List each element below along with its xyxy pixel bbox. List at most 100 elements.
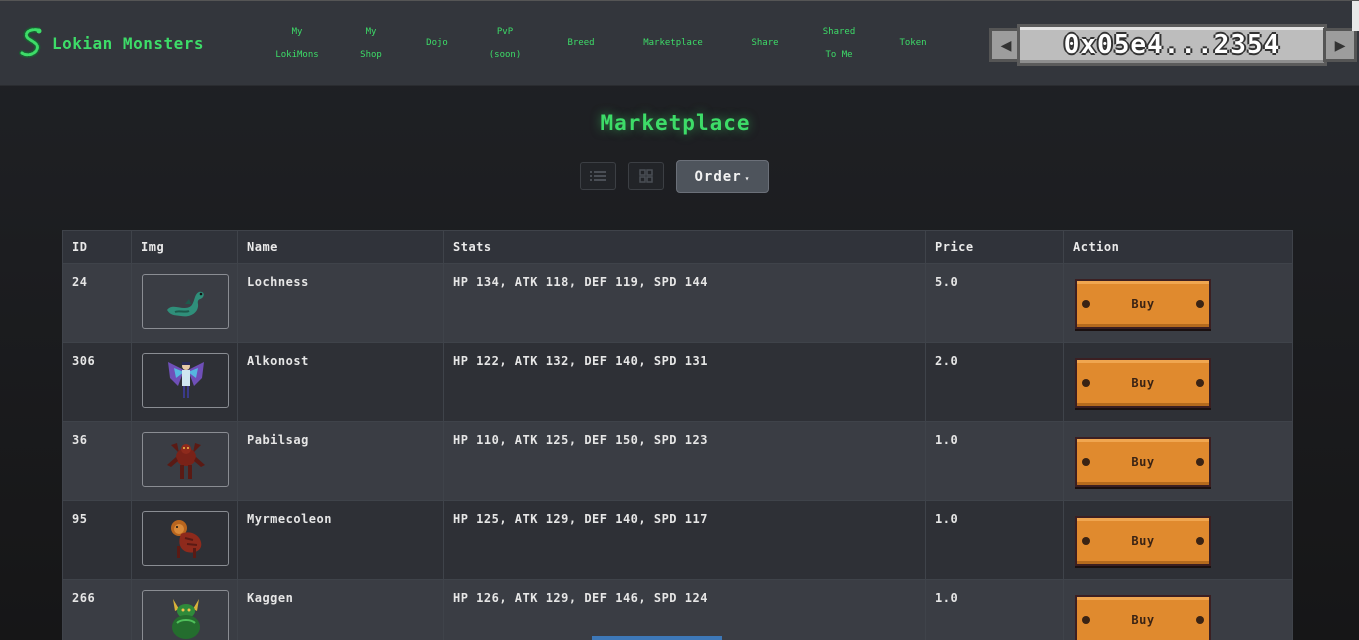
nav-dojo[interactable]: Dojo <box>420 32 454 55</box>
table-row: 306 Alkonost HP 122, ATK 132, DEF 140, S… <box>62 342 1293 422</box>
cell-stats: HP 122, ATK 132, DEF 140, SPD 131 <box>443 342 926 422</box>
sea-serpent-icon <box>166 291 204 316</box>
winged-bird-maiden-icon <box>167 361 204 398</box>
bolt-icon <box>1196 300 1204 308</box>
nav-token[interactable]: Token <box>894 32 932 55</box>
monster-thumbnail[interactable] <box>142 511 229 566</box>
bolt-icon <box>1196 458 1204 466</box>
bolt-icon <box>1082 300 1090 308</box>
buy-label: Buy <box>1131 613 1155 627</box>
buy-label: Buy <box>1131 455 1155 469</box>
green-horned-beast-icon <box>171 598 200 639</box>
cell-price: 1.0 <box>925 579 1064 640</box>
buy-label: Buy <box>1131 534 1155 548</box>
cell-id: 95 <box>62 500 132 580</box>
wallet-right-cap-icon: ▶ <box>1323 28 1357 62</box>
bolt-icon <box>1196 379 1204 387</box>
col-header-id: ID <box>62 230 132 264</box>
nav-my-shop[interactable]: My Shop <box>352 21 390 67</box>
brand-title: Lokian Monsters <box>52 33 204 53</box>
cell-img <box>131 579 238 640</box>
nav-share[interactable]: Share <box>745 32 785 55</box>
nav-my-lokimons[interactable]: My LokiMons <box>268 21 326 67</box>
marketplace-table: ID Img Name Stats Price Action 24 Lochne… <box>62 230 1293 640</box>
wallet-address-button[interactable]: ◀ 0x05e4...2354 ▶ <box>987 24 1357 66</box>
cell-action: Buy <box>1063 500 1293 580</box>
cell-price: 1.0 <box>925 421 1064 501</box>
cell-stats: HP 110, ATK 125, DEF 150, SPD 123 <box>443 421 926 501</box>
ant-lion-beast-icon <box>170 519 201 558</box>
nav-label: Marketplace <box>643 38 703 48</box>
col-header-price: Price <box>925 230 1064 264</box>
caret-down-icon: ▾ <box>744 174 751 183</box>
cell-price: 1.0 <box>925 500 1064 580</box>
list-icon <box>590 171 606 181</box>
table-row: 266 Kaggen HP 126, ATK 129, DEF 146, SPD… <box>62 579 1293 640</box>
buy-button[interactable]: Buy <box>1075 595 1211 640</box>
horizontal-scroll-indicator[interactable] <box>592 636 722 640</box>
page-title: Marketplace <box>600 111 751 135</box>
cell-id: 266 <box>62 579 132 640</box>
monster-thumbnail[interactable] <box>142 274 229 329</box>
grid-view-button[interactable] <box>628 162 664 190</box>
nav-label: Shop <box>360 50 382 60</box>
bolt-icon <box>1082 458 1090 466</box>
table-row: 36 Pabilsag HP 110, ATK 125, DEF 150, SP… <box>62 421 1293 501</box>
table-row: 95 Myrmecoleon HP 125, ATK 129, DEF 140,… <box>62 500 1293 580</box>
top-navbar: Lokian Monsters My LokiMons My Shop Dojo… <box>0 0 1359 86</box>
grid-icon <box>639 169 653 183</box>
nav-label: To Me <box>825 50 853 60</box>
nav-label: My <box>291 27 303 37</box>
monster-thumbnail[interactable] <box>142 353 229 408</box>
cell-stats: HP 126, ATK 129, DEF 146, SPD 124 <box>443 579 926 640</box>
nav-label: Dojo <box>426 38 448 48</box>
bolt-icon <box>1196 537 1204 545</box>
monster-thumbnail[interactable] <box>142 590 229 640</box>
cell-stats: HP 134, ATK 118, DEF 119, SPD 144 <box>443 263 926 343</box>
nav-label: PvP <box>496 27 514 37</box>
table-header-row: ID Img Name Stats Price Action <box>62 230 1293 264</box>
cell-id: 36 <box>62 421 132 501</box>
cell-action: Buy <box>1063 579 1293 640</box>
cell-action: Buy <box>1063 421 1293 501</box>
cell-price: 5.0 <box>925 263 1064 343</box>
monster-thumbnail[interactable] <box>142 432 229 487</box>
nav-pvp[interactable]: PvP (soon) <box>482 21 528 67</box>
col-header-stats: Stats <box>443 230 926 264</box>
buy-button[interactable]: Buy <box>1075 516 1211 566</box>
cell-id: 306 <box>62 342 132 422</box>
col-header-img: Img <box>131 230 238 264</box>
nav-shared-to-me[interactable]: Shared To Me <box>814 21 864 67</box>
serpent-logo-icon <box>19 27 42 58</box>
cell-id: 24 <box>62 263 132 343</box>
cell-img <box>131 500 238 580</box>
col-header-action: Action <box>1063 230 1293 264</box>
cell-stats: HP 125, ATK 129, DEF 140, SPD 117 <box>443 500 926 580</box>
nav-label: Breed <box>567 38 595 48</box>
nav-label: Shared <box>822 27 856 37</box>
cell-img <box>131 342 238 422</box>
bolt-icon <box>1196 616 1204 624</box>
cell-name: Pabilsag <box>237 421 444 501</box>
brand[interactable]: Lokian Monsters <box>18 27 204 59</box>
buy-button[interactable]: Buy <box>1075 437 1211 487</box>
order-dropdown[interactable]: Order ▾ <box>676 160 769 193</box>
cell-img <box>131 421 238 501</box>
nav-breed[interactable]: Breed <box>561 32 601 55</box>
cell-name: Lochness <box>237 263 444 343</box>
nav-marketplace[interactable]: Marketplace <box>632 32 714 55</box>
bolt-icon <box>1082 379 1090 387</box>
nav-label: Token <box>899 38 927 48</box>
buy-label: Buy <box>1131 376 1155 390</box>
cell-img <box>131 263 238 343</box>
scrollbar-thumb[interactable] <box>1352 1 1359 31</box>
bolt-icon <box>1082 537 1090 545</box>
cell-name: Myrmecoleon <box>237 500 444 580</box>
buy-button[interactable]: Buy <box>1075 279 1211 329</box>
cell-name: Kaggen <box>237 579 444 640</box>
buy-button[interactable]: Buy <box>1075 358 1211 408</box>
list-view-button[interactable] <box>580 162 616 190</box>
nav-label: (soon) <box>488 50 522 60</box>
order-label: Order <box>694 168 742 185</box>
scorpion-demon-icon <box>166 442 205 479</box>
